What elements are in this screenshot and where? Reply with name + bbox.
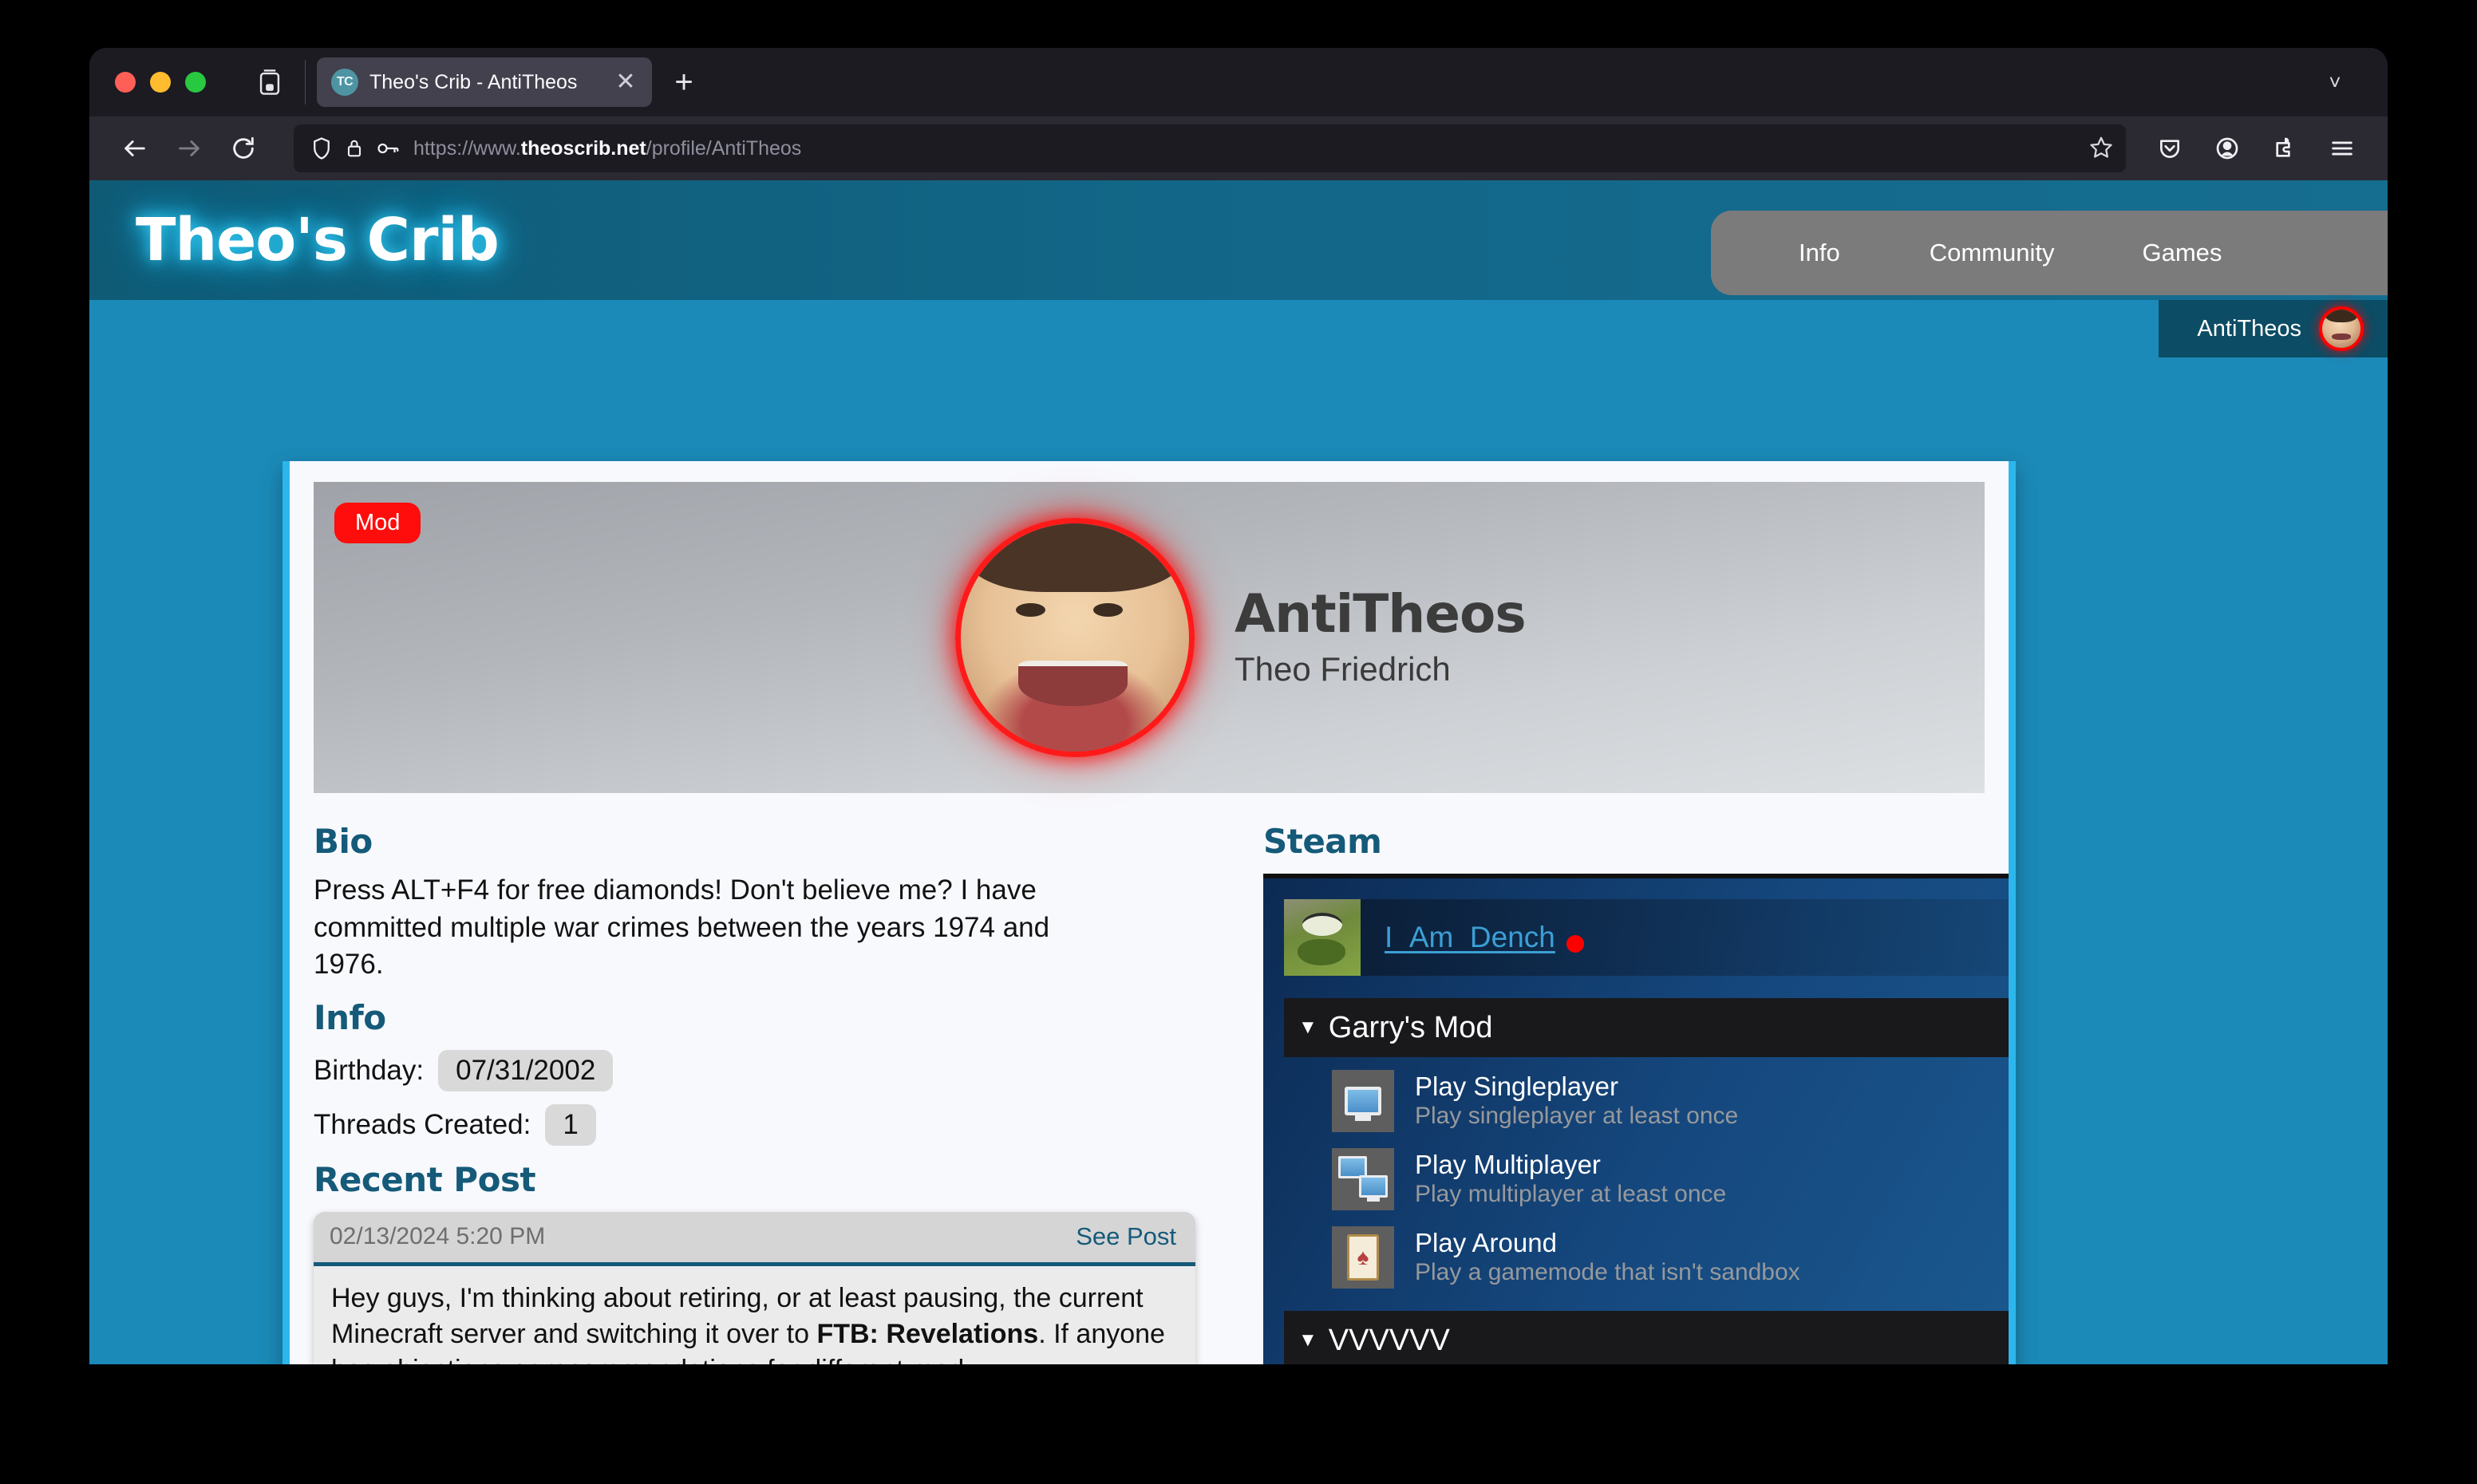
user-bar[interactable]: AntiTheos xyxy=(2159,300,2388,357)
steam-account-name-wrap: I_Am_Dench xyxy=(1385,921,1584,954)
minimize-window-button[interactable] xyxy=(150,72,171,93)
account-icon[interactable] xyxy=(2202,124,2252,173)
recent-post-card[interactable]: 02/13/2024 5:20 PM See Post Hey guys, I'… xyxy=(314,1211,1195,1364)
site-logo[interactable]: Theo's Crib xyxy=(136,206,500,274)
browser-toolbar: https://www.theoscrib.net/profile/AntiTh… xyxy=(89,116,2388,180)
nav-item-games[interactable]: Games xyxy=(2142,239,2222,267)
maximize-window-button[interactable] xyxy=(185,72,206,93)
steam-account-name[interactable]: I_Am_Dench xyxy=(1385,921,1555,953)
profile-right-column: Steam I_Am_Dench ▼ Garry's Mod Play Sing… xyxy=(1263,807,2009,1364)
info-heading: Info xyxy=(314,997,386,1037)
forward-button[interactable] xyxy=(164,124,214,173)
status-badge: Mod xyxy=(334,503,421,543)
game-header-garrys-mod[interactable]: ▼ Garry's Mod xyxy=(1284,998,2009,1057)
page-title: AntiTheos xyxy=(1235,583,1527,645)
page-viewport: Theo's Crib Info Community Games AntiThe… xyxy=(89,180,2388,1364)
bookmark-star-icon[interactable] xyxy=(2089,135,2113,163)
achievement-text: Play Multiplayer Play multiplayer at lea… xyxy=(1415,1150,1726,1209)
recent-post-date: 02/13/2024 5:20 PM xyxy=(330,1223,546,1250)
recent-post-header: 02/13/2024 5:20 PM See Post xyxy=(314,1211,1195,1266)
pocket-icon[interactable] xyxy=(2145,124,2195,173)
browser-tab[interactable]: TC Theo's Crib - AntiTheos ✕ xyxy=(317,57,652,107)
avatar-eye-right xyxy=(1092,603,1124,618)
steam-avatar xyxy=(1284,899,1361,976)
window-controls xyxy=(104,72,206,93)
profile-name-block: AntiTheos Theo Friedrich xyxy=(1235,583,1527,688)
profile-picture[interactable] xyxy=(955,518,1195,757)
back-button[interactable] xyxy=(110,124,160,173)
birthday-label: Birthday: xyxy=(314,1054,425,1086)
avatar-hair xyxy=(965,523,1185,592)
threads-label: Threads Created: xyxy=(314,1108,531,1140)
game-header-vvvvvv[interactable]: ▼ VVVVVV xyxy=(1284,1311,2009,1364)
profile-content-card: Mod AntiTheos Theo Friedrich Bio Press A… xyxy=(282,461,2016,1364)
user-bar-username: AntiTheos xyxy=(2197,315,2301,341)
recent-post-heading: Recent Post xyxy=(314,1159,536,1199)
achievement-item[interactable]: Play Multiplayer Play multiplayer at lea… xyxy=(1332,1148,2009,1210)
steam-panel: I_Am_Dench ▼ Garry's Mod Play Singleplay… xyxy=(1263,874,2009,1364)
threads-value: 1 xyxy=(545,1103,596,1146)
caret-down-icon: ▼ xyxy=(1298,1016,1318,1038)
caret-down-icon: ▼ xyxy=(1298,1329,1318,1351)
url-text: https://www.theoscrib.net/profile/AntiTh… xyxy=(413,136,802,160)
profile-banner: Mod AntiTheos Theo Friedrich xyxy=(314,482,1985,793)
achievement-item[interactable]: ♠ Play Around Play a gamemode that isn't… xyxy=(1332,1226,2009,1289)
see-post-link[interactable]: See Post xyxy=(1076,1222,1176,1251)
game-title: Garry's Mod xyxy=(1328,1010,1493,1044)
steam-account-row[interactable]: I_Am_Dench xyxy=(1284,899,2009,976)
info-row-birthday: Birthday: 07/31/2002 xyxy=(314,1049,1215,1091)
chevron-down-icon[interactable]: ˅ xyxy=(2313,60,2357,105)
monitor-icon xyxy=(1332,1070,1394,1132)
tab-strip: TC Theo's Crib - AntiTheos ✕ + ˅ xyxy=(89,48,2388,116)
list-all-tabs-button[interactable] xyxy=(247,60,292,105)
achievement-list: Play Singleplayer Play singleplayer at l… xyxy=(1284,1057,2009,1289)
achievement-name: Play Around xyxy=(1415,1228,1557,1258)
main-navigation: Info Community Games xyxy=(1711,211,2388,295)
achievement-text: Play Singleplayer Play singleplayer at l… xyxy=(1415,1072,1738,1131)
browser-window: TC Theo's Crib - AntiTheos ✕ + ˅ https:/… xyxy=(89,48,2388,1364)
steam-heading: Steam xyxy=(1263,822,1382,861)
achievement-name: Play Multiplayer xyxy=(1415,1150,1601,1180)
extensions-icon[interactable] xyxy=(2260,124,2309,173)
new-tab-button[interactable]: + xyxy=(662,60,706,105)
avatar-mouth xyxy=(1017,660,1128,706)
tab-strip-divider xyxy=(305,60,306,105)
achievement-item[interactable]: Play Singleplayer Play singleplayer at l… xyxy=(1332,1070,2009,1132)
nav-item-info[interactable]: Info xyxy=(1799,239,1840,267)
achievement-desc: Play multiplayer at least once xyxy=(1415,1180,1727,1207)
bio-heading: Bio xyxy=(314,822,373,861)
avatar-eye-left xyxy=(1015,603,1045,618)
profile-real-name: Theo Friedrich xyxy=(1235,649,1451,688)
achievement-name: Play Singleplayer xyxy=(1415,1072,1618,1102)
shield-icon xyxy=(314,137,330,160)
dual-monitor-icon xyxy=(1332,1148,1394,1210)
reload-button[interactable] xyxy=(219,124,268,173)
nav-item-community[interactable]: Community xyxy=(1930,239,2055,267)
status-dot-icon xyxy=(1566,934,1584,953)
close-window-button[interactable] xyxy=(115,72,136,93)
info-row-threads: Threads Created: 1 xyxy=(314,1103,1215,1146)
profile-left-column: Bio Press ALT+F4 for free diamonds! Don'… xyxy=(314,807,1215,1364)
hamburger-menu-icon[interactable] xyxy=(2317,124,2367,173)
playing-card-icon: ♠ xyxy=(1332,1226,1394,1289)
site-header: Theo's Crib Info Community Games xyxy=(89,180,2388,300)
lock-icon xyxy=(347,140,361,157)
url-bar[interactable]: https://www.theoscrib.net/profile/AntiTh… xyxy=(294,124,2126,172)
profile-identity: AntiTheos Theo Friedrich xyxy=(955,518,1527,757)
achievement-desc: Play a gamemode that isn't sandbox xyxy=(1415,1258,1800,1285)
game-title: VVVVVV xyxy=(1328,1323,1450,1357)
close-icon[interactable]: ✕ xyxy=(610,67,641,97)
recent-post-body: Hey guys, I'm thinking about retiring, o… xyxy=(331,1282,1165,1364)
avatar[interactable] xyxy=(2319,306,2364,351)
profile-columns: Bio Press ALT+F4 for free diamonds! Don'… xyxy=(314,793,2009,1364)
favicon-icon: TC xyxy=(331,69,358,96)
birthday-value: 07/31/2002 xyxy=(438,1049,614,1091)
achievement-text: Play Around Play a gamemode that isn't s… xyxy=(1415,1228,1800,1287)
tab-title: Theo's Crib - AntiTheos xyxy=(369,70,578,93)
key-icon xyxy=(377,143,399,154)
toolbar-icon-group xyxy=(2145,124,2367,173)
achievement-desc: Play singleplayer at least once xyxy=(1415,1102,1739,1129)
bio-text: Press ALT+F4 for free diamonds! Don't be… xyxy=(314,874,1050,981)
